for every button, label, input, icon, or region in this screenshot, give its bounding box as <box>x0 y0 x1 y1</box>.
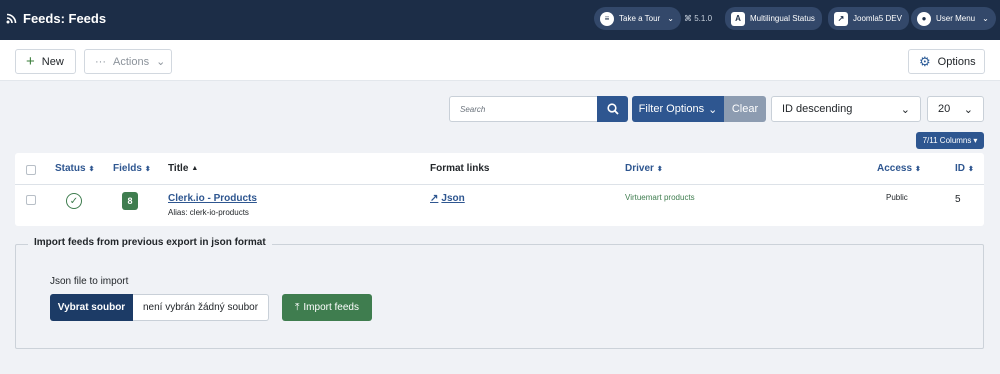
chevron-down-icon: ⌄ <box>982 14 989 23</box>
gear-icon: ⚙ <box>919 53 931 69</box>
version-text: ⌘ 5.1.0 <box>684 14 713 23</box>
import-feeds-button[interactable]: ⤒ Import feeds <box>282 294 372 321</box>
chevron-down-icon: ⌄ <box>667 14 674 23</box>
toolbar: + New ··· Actions ⌄ ⚙ Options <box>0 40 1000 81</box>
sort-icon: ⬍ <box>656 165 663 173</box>
sort-ascending-icon: ▲ <box>191 165 199 172</box>
column-header-status[interactable]: Status ⬍ <box>55 163 94 174</box>
actions-button[interactable]: ··· Actions ⌄ <box>84 49 172 74</box>
chevron-down-icon: ⌄ <box>156 56 166 68</box>
column-header-access[interactable]: Access ⬍ <box>877 163 921 174</box>
actions-label: Actions <box>113 55 150 68</box>
sort-icon: ⬍ <box>915 165 921 173</box>
page-title-wrap: Feeds: Feeds <box>6 11 106 26</box>
select-all-checkbox[interactable] <box>26 165 36 175</box>
feed-alias: Alias: clerk-io-products <box>168 208 249 217</box>
header-divider <box>15 184 984 185</box>
column-header-id[interactable]: ID ⬍ <box>955 163 974 174</box>
feeds-table: Status ⬍ Fields ⬍ Title ▲ Format links Driv… <box>15 153 984 226</box>
feed-icon <box>6 13 17 24</box>
published-check-icon[interactable]: ✓ <box>66 193 82 209</box>
upload-icon: ⤒ <box>294 302 300 313</box>
search-icon <box>606 103 619 115</box>
access-text: Public <box>886 193 908 202</box>
chevron-down-icon: ⌄ <box>900 103 910 116</box>
sort-icon: ⬍ <box>144 165 151 173</box>
caret-down-icon: ▾ <box>973 136 978 145</box>
column-header-fields[interactable]: Fields ⬍ <box>113 163 151 174</box>
search-button[interactable] <box>597 96 628 122</box>
limit-value: 20 <box>938 103 951 115</box>
row-checkbox[interactable] <box>26 195 36 205</box>
user-menu-label: User Menu <box>936 14 976 23</box>
sort-icon: ⬍ <box>968 165 974 173</box>
plus-icon: + <box>26 53 35 70</box>
ordering-value: ID descending <box>782 103 853 115</box>
new-button[interactable]: + New <box>15 49 76 74</box>
page-title: Feeds: Feeds <box>23 11 107 26</box>
multilingual-status-button[interactable]: A Multilingual Status <box>725 7 822 30</box>
id-text: 5 <box>955 194 961 205</box>
columns-label: 7/11 Columns <box>922 136 972 145</box>
import-legend: Import feeds from previous export in jso… <box>28 237 272 248</box>
driver-text: Virtuemart products <box>625 193 695 202</box>
chevron-down-icon: ⌄ <box>963 103 973 116</box>
new-label: New <box>41 55 64 68</box>
top-header: Feeds: Feeds ≡ Take a Tour ⌄ ⌘ 5.1.0 A M… <box>0 0 1000 40</box>
options-button[interactable]: ⚙ Options <box>908 49 985 74</box>
multilingual-label: Multilingual Status <box>750 14 815 23</box>
json-format-link[interactable]: ↗ Json <box>430 193 465 204</box>
external-link-icon: ↗ <box>834 11 848 26</box>
json-file-label: Json file to import <box>50 276 129 287</box>
take-tour-button[interactable]: ≡ Take a Tour ⌄ <box>594 7 681 30</box>
site-link-button[interactable]: ↗ Joomla5 DEV <box>828 7 909 30</box>
column-header-driver[interactable]: Driver ⬍ <box>625 163 663 174</box>
search-input[interactable]: Search <box>449 96 597 122</box>
external-link-icon: ↗ <box>430 193 439 204</box>
chevron-down-icon: ⌄ <box>708 103 718 116</box>
user-menu-button[interactable]: ● User Menu ⌄ <box>911 7 996 30</box>
take-tour-label: Take a Tour <box>619 14 661 23</box>
choose-file-button[interactable]: Vybrat soubor <box>50 294 133 321</box>
column-header-format-links: Format links <box>430 163 490 174</box>
sort-icon: ⬍ <box>88 165 95 173</box>
options-label: Options <box>937 55 976 68</box>
ordering-select[interactable]: ID descending ⌄ <box>771 96 921 122</box>
limit-select[interactable]: 20 ⌄ <box>927 96 984 122</box>
fields-count-badge[interactable]: 8 <box>122 192 138 210</box>
column-header-title[interactable]: Title ▲ <box>168 163 198 174</box>
filter-options-label: Filter Options <box>638 103 705 115</box>
site-label: Joomla5 DEV <box>853 14 902 23</box>
ellipsis-icon: ··· <box>95 55 106 68</box>
columns-button[interactable]: 7/11 Columns ▾ <box>916 132 984 149</box>
language-icon: A <box>731 11 745 26</box>
signpost-icon: ≡ <box>600 11 614 26</box>
file-name-display: není vybrán žádný soubor <box>133 294 269 321</box>
feed-title-link[interactable]: Clerk.io - Products <box>168 193 257 204</box>
filter-options-button[interactable]: Filter Options ⌄ <box>632 96 724 122</box>
clear-button[interactable]: Clear <box>724 96 766 122</box>
user-icon: ● <box>917 11 931 26</box>
